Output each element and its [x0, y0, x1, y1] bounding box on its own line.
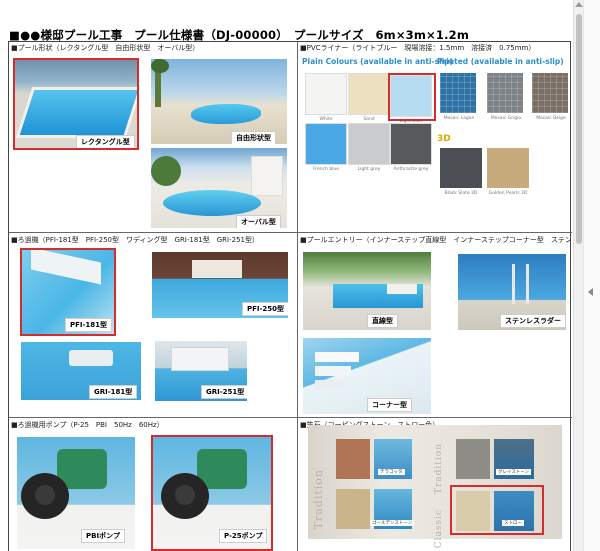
step: [315, 352, 359, 362]
3d-header: 3D: [437, 134, 451, 144]
vertical-brand-text: Classic: [434, 509, 444, 549]
skimmer-body: [69, 350, 113, 366]
pool-water: [191, 104, 261, 124]
swatch-label: Mosaic Grigio: [490, 116, 522, 121]
ladder-rail: [526, 264, 529, 304]
caption-pbi: PBIポンプ: [81, 529, 125, 543]
palm-leaves: [151, 59, 169, 73]
caption-straight: 直線型: [367, 314, 398, 328]
foliage: [151, 156, 181, 186]
swatch-label: Anthracite grey: [393, 167, 429, 172]
caption-oval: オーバル型: [236, 215, 281, 228]
caption-gri-251: GRI-251型: [201, 385, 247, 399]
stone-chip-golden: [336, 489, 370, 529]
selected-highlight: [151, 435, 273, 551]
step: [315, 366, 351, 376]
caption-freeform: 自由形状型: [231, 131, 276, 144]
caption-corner: コーナー型: [367, 398, 412, 412]
inner-step: [387, 284, 417, 294]
spec-sheet: ■プール形状（レクタングル型 自由形状型 オーバル型） レクタングル型 自由形状…: [8, 41, 572, 551]
section-label: ■プール形状（レクタングル型 自由形状型 オーバル型）: [11, 44, 200, 52]
photo-pbi-pump: PBIポンプ: [17, 437, 135, 549]
stone-chip-grey: [456, 439, 490, 479]
photo-oval-pool: オーバル型: [151, 148, 287, 228]
scroll-up-arrow-icon[interactable]: [575, 2, 583, 7]
stone-sample-board: Tradition Tradition Classic テラコッタ ゴールデンス…: [308, 425, 562, 548]
printed-header: Printed (available in anti-slip): [437, 57, 564, 66]
pump-port: [35, 485, 55, 505]
chevron-left-icon[interactable]: [588, 288, 593, 296]
stone-label: テラコッタ: [378, 469, 405, 475]
section-label: ■プールエントリー（インナーステップ直線型 インナーステップコーナー型 ステンレ…: [300, 236, 570, 244]
liner-swatch: [305, 123, 347, 165]
document-viewer: ■●●様邸プール工事 プール仕様書（DJ-00000） プールサイズ 6m×3m…: [0, 0, 573, 551]
photo-stainless-ladder: ステンレスラダー: [458, 254, 566, 330]
selected-highlight: [13, 58, 139, 150]
side-panel: [583, 0, 600, 551]
caption-ladder: ステンレスラダー: [500, 314, 566, 328]
swatch-label: Black Slate 3D: [444, 191, 478, 196]
section-label: ■ろ過機用ポンプ（P-25 PBI 50Hz 60Hz）: [11, 421, 164, 429]
ladder-rail: [512, 264, 515, 304]
mosaic-swatch: [532, 73, 568, 113]
stone-label: ゴールデンストーン: [370, 520, 415, 526]
selected-highlight: [388, 73, 436, 121]
swatch-label: Mosaic Beige: [536, 116, 566, 121]
caption-gri-181: GRI-181型: [89, 385, 138, 399]
white-building: [251, 156, 283, 196]
section-coping: ■笠石（コーピングストーン ストロー色） Tradition Tradition…: [298, 418, 572, 551]
skimmer-body: [171, 347, 229, 371]
photo-corner-step: コーナー型: [303, 338, 431, 414]
swatch-label: Mosaic Lagon: [443, 116, 475, 121]
textured-swatch: [440, 148, 482, 188]
vertical-brand-text: Tradition: [434, 443, 444, 495]
vertical-brand-text: Tradition: [312, 469, 325, 530]
photo-straight-step: 直線型: [303, 252, 431, 330]
skimmer-lid: [192, 260, 242, 278]
stone-chip-terracotta: [336, 439, 370, 479]
stone-label: グレイストーン: [496, 469, 532, 475]
photo-pfi-250: PFI-250型: [152, 252, 288, 318]
liner-swatch: [305, 73, 347, 115]
textured-swatch: [487, 148, 529, 188]
pool-water: [163, 190, 261, 216]
photo-gri-251: GRI-251型: [155, 341, 247, 401]
scroll-thumb[interactable]: [576, 14, 582, 244]
section-label: ■PVCライナー（ライトブルー 現場溶接：1.5mm 溶接済 0.75mm）: [300, 44, 536, 52]
swatch-label: Golden Pearls 3D: [488, 191, 528, 196]
liner-swatch: [348, 123, 390, 165]
liner-swatch: [348, 73, 390, 115]
step: [315, 380, 343, 390]
plain-colours-header: Plain Colours (available in anti-slip): [302, 57, 454, 66]
section-label: ■ろ過機（PFI-181型 PFI-250型 ワディング型 GRI-181型 G…: [11, 236, 259, 244]
row-divider: [9, 232, 572, 233]
liner-swatch: [390, 123, 432, 165]
selected-highlight: [450, 485, 544, 535]
photo-gri-181: GRI-181型: [21, 342, 141, 400]
caption-pfi-250: PFI-250型: [242, 302, 288, 316]
selected-highlight: [20, 248, 116, 336]
mosaic-swatch: [487, 73, 523, 113]
mosaic-swatch: [440, 73, 476, 113]
photo-freeform-pool: 自由形状型: [151, 59, 287, 144]
